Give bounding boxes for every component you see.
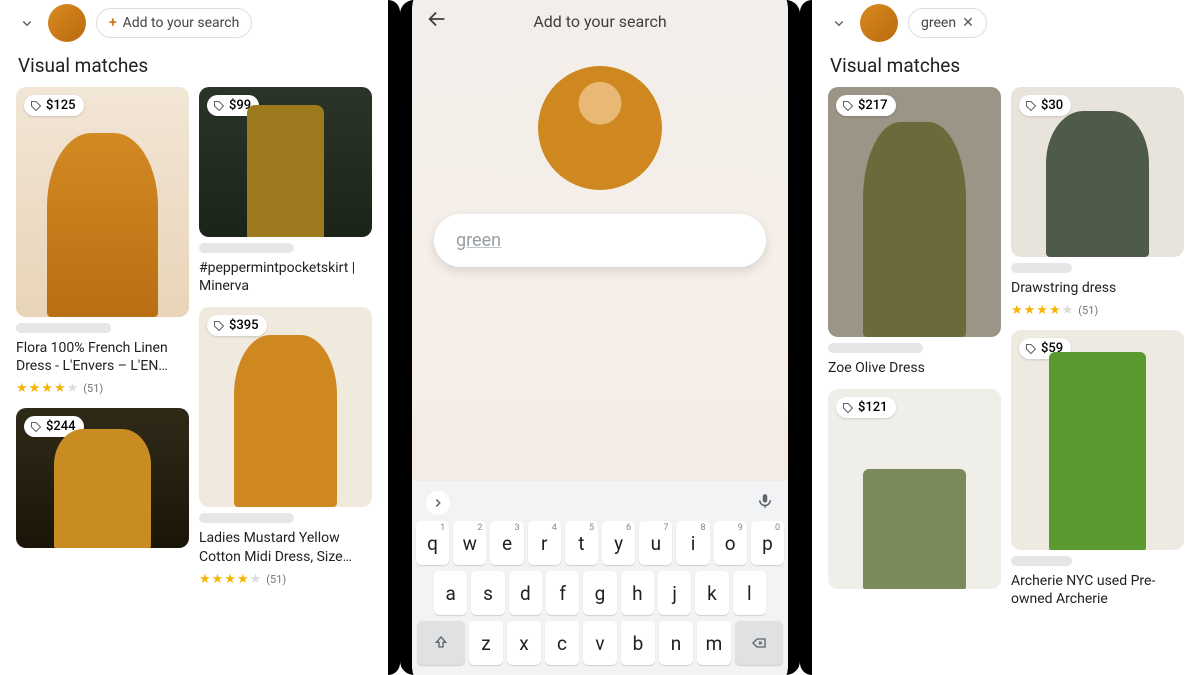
- result-card[interactable]: $244: [16, 408, 189, 548]
- key-a[interactable]: a: [434, 571, 467, 615]
- key-w[interactable]: 2w: [453, 521, 486, 565]
- price-tag: $395: [207, 315, 267, 336]
- key-f[interactable]: f: [546, 571, 579, 615]
- price-tag: $99: [207, 95, 259, 116]
- result-card[interactable]: $217 Zoe Olive Dress: [828, 87, 1001, 377]
- header-bar: Add to your search: [412, 0, 788, 42]
- result-card[interactable]: $59 Archerie NYC used Pre-owned Archerie: [1011, 330, 1184, 608]
- key-i[interactable]: 8i: [676, 521, 709, 565]
- key-k[interactable]: k: [695, 571, 728, 615]
- skeleton-line: [1011, 556, 1072, 566]
- product-image: $217: [828, 87, 1001, 337]
- chevron-down-icon[interactable]: [16, 12, 38, 34]
- key-u[interactable]: 7u: [639, 521, 672, 565]
- product-image: $99: [199, 87, 372, 237]
- skeleton-line: [199, 513, 294, 523]
- key-n[interactable]: n: [659, 621, 693, 665]
- product-title: #peppermintpocketskirt | Minerva: [199, 259, 372, 295]
- key-j[interactable]: j: [658, 571, 691, 615]
- screen-title: Add to your search: [448, 12, 752, 31]
- key-e[interactable]: 3e: [490, 521, 523, 565]
- search-input[interactable]: green: [434, 214, 766, 267]
- filter-chip[interactable]: green ✕: [908, 8, 987, 38]
- section-title: Visual matches: [4, 52, 384, 87]
- product-image: $121: [828, 389, 1001, 589]
- product-title: Ladies Mustard Yellow Cotton Midi Dress,…: [199, 529, 372, 565]
- price-tag: $125: [24, 95, 84, 116]
- key-o[interactable]: 9o: [714, 521, 747, 565]
- key-l[interactable]: l: [733, 571, 766, 615]
- chevron-down-icon[interactable]: [828, 12, 850, 34]
- result-card[interactable]: $121: [828, 389, 1001, 589]
- close-icon[interactable]: ✕: [962, 15, 974, 31]
- search-input-value: green: [456, 230, 501, 251]
- result-card[interactable]: $99 #peppermintpocketskirt | Minerva: [199, 87, 372, 295]
- key-d[interactable]: d: [509, 571, 542, 615]
- skeleton-line: [199, 243, 294, 253]
- key-s[interactable]: s: [471, 571, 504, 615]
- product-title: Flora 100% French Linen Dress - L'Envers…: [16, 339, 189, 375]
- search-image-preview[interactable]: [538, 66, 662, 190]
- add-search-chip[interactable]: + Add to your search: [96, 8, 252, 38]
- top-bar: green ✕: [816, 0, 1196, 52]
- rating: ★★★★★(51): [1011, 303, 1184, 318]
- skeleton-line: [1011, 263, 1072, 273]
- product-title: Drawstring dress: [1011, 279, 1184, 297]
- product-image: $395: [199, 307, 372, 507]
- rating: ★★★★★(51): [16, 381, 189, 396]
- backspace-key[interactable]: [735, 621, 783, 665]
- shift-key[interactable]: [417, 621, 465, 665]
- key-g[interactable]: g: [583, 571, 616, 615]
- result-card[interactable]: $30 Drawstring dress ★★★★★(51): [1011, 87, 1184, 318]
- price-tag: $121: [836, 397, 896, 418]
- key-m[interactable]: m: [697, 621, 731, 665]
- keyboard[interactable]: 1q2w3e4r5t6y7u8i9o0p asdfghjkl zxcvbnm: [412, 481, 788, 675]
- plus-icon: +: [109, 15, 117, 31]
- key-q[interactable]: 1q: [416, 521, 449, 565]
- key-v[interactable]: v: [583, 621, 617, 665]
- skeleton-line: [16, 323, 111, 333]
- key-h[interactable]: h: [621, 571, 654, 615]
- result-card[interactable]: $125 Flora 100% French Linen Dress - L'E…: [16, 87, 189, 396]
- product-image: $59: [1011, 330, 1184, 550]
- product-title: Zoe Olive Dress: [828, 359, 1001, 377]
- key-p[interactable]: 0p: [751, 521, 784, 565]
- key-b[interactable]: b: [621, 621, 655, 665]
- price-tag: $59: [1019, 338, 1071, 359]
- product-image: $244: [16, 408, 189, 548]
- price-tag: $30: [1019, 95, 1071, 116]
- rating: ★★★★★(51): [199, 572, 372, 587]
- skeleton-line: [828, 343, 923, 353]
- search-image-avatar[interactable]: [48, 4, 86, 42]
- result-card[interactable]: $395 Ladies Mustard Yellow Cotton Midi D…: [199, 307, 372, 586]
- key-z[interactable]: z: [469, 621, 503, 665]
- search-image-avatar[interactable]: [860, 4, 898, 42]
- product-image: $30: [1011, 87, 1184, 257]
- chip-label: green: [921, 15, 956, 31]
- price-tag: $217: [836, 95, 896, 116]
- key-r[interactable]: 4r: [528, 521, 561, 565]
- key-y[interactable]: 6y: [602, 521, 635, 565]
- key-c[interactable]: c: [545, 621, 579, 665]
- chip-label: Add to your search: [123, 15, 240, 31]
- price-tag: $244: [24, 416, 84, 437]
- product-image: $125: [16, 87, 189, 317]
- top-bar: + Add to your search: [4, 0, 384, 52]
- back-arrow-icon[interactable]: [426, 8, 448, 34]
- key-t[interactable]: 5t: [565, 521, 598, 565]
- mic-icon[interactable]: [756, 492, 774, 514]
- product-title: Archerie NYC used Pre-owned Archerie: [1011, 572, 1184, 608]
- expand-suggestions-icon[interactable]: [426, 491, 450, 515]
- section-title: Visual matches: [816, 52, 1196, 87]
- key-x[interactable]: x: [507, 621, 541, 665]
